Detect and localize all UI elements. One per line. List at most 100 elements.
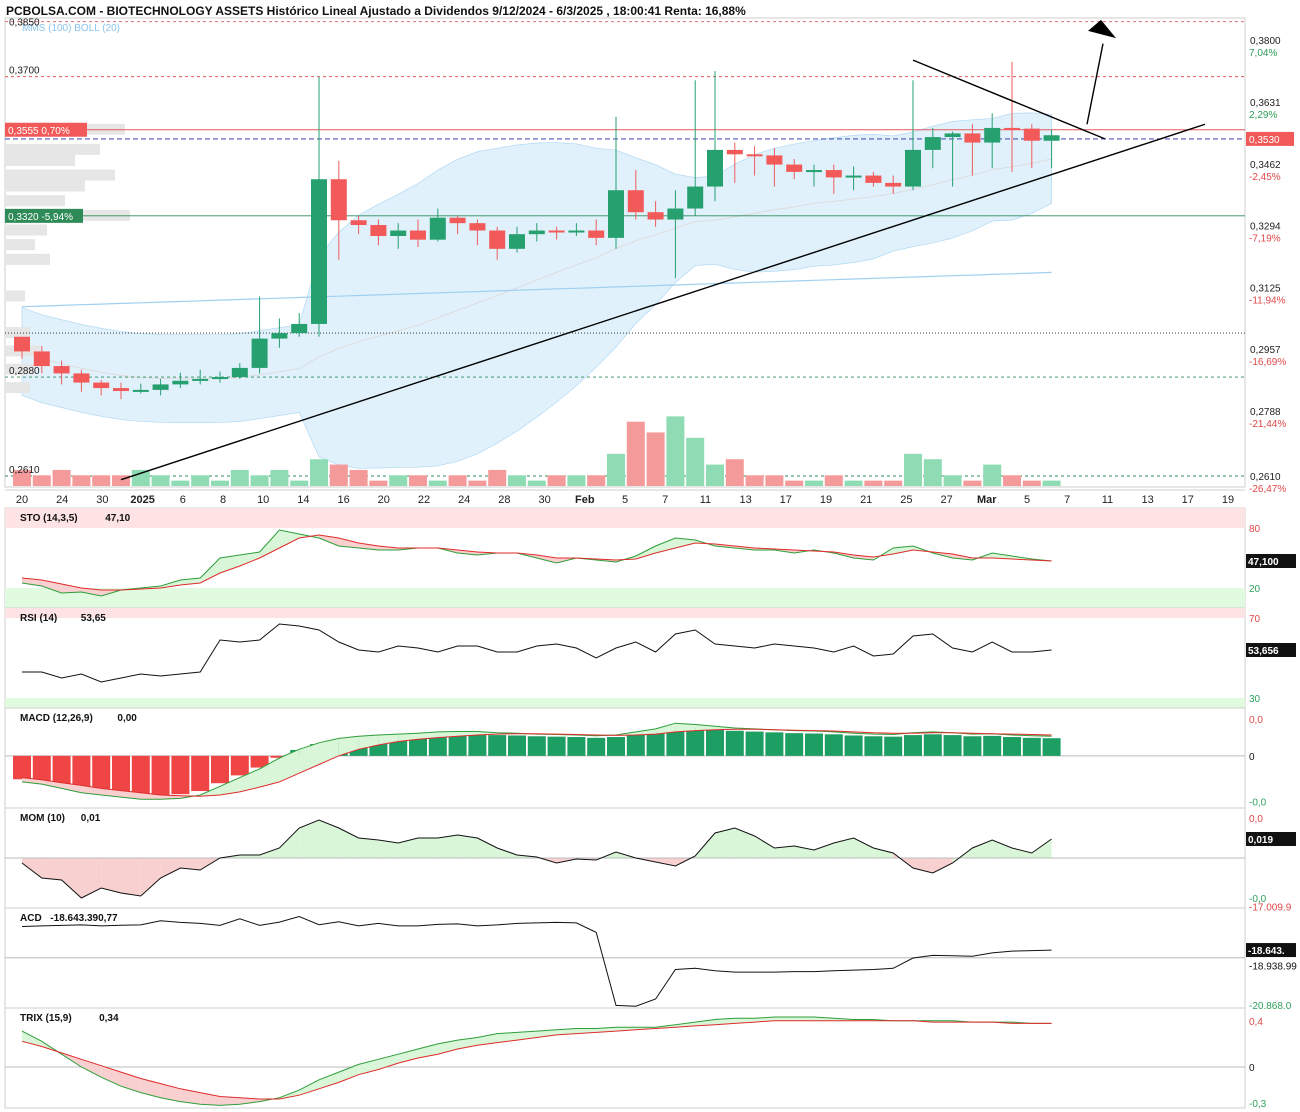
- volume-bar: [488, 469, 507, 486]
- x-tick-label: 20: [16, 494, 28, 506]
- macd-histogram-bar: [607, 737, 625, 756]
- right-tick-percent: 7,04%: [1249, 48, 1277, 59]
- mom-fill: [101, 858, 121, 893]
- right-tick-label: 0,2788: [1250, 407, 1281, 418]
- macd-histogram-bar: [468, 733, 487, 756]
- breakout-arrow-head: [1088, 19, 1116, 39]
- right-tick-percent: -21,44%: [1249, 419, 1286, 430]
- right-tick-label: -20.868.0: [1249, 1001, 1292, 1012]
- candle-body: [370, 225, 387, 237]
- volume-bar: [329, 464, 348, 486]
- price-label: 0,2610: [9, 465, 40, 476]
- macd-histogram-bar: [824, 734, 843, 756]
- candle-body: [429, 217, 446, 240]
- volume-bar: [92, 475, 111, 486]
- volume-bar: [290, 480, 309, 486]
- volume-bar: [508, 475, 526, 486]
- right-tick-percent: -11,94%: [1249, 295, 1286, 306]
- volume-profile-bar: [5, 239, 35, 251]
- mom-fill: [457, 835, 478, 858]
- macd-histogram-bar: [547, 736, 566, 756]
- volume-bar: [923, 459, 942, 486]
- macd-histogram-bar: [923, 734, 942, 756]
- macd-histogram-bar: [706, 729, 724, 756]
- macd-histogram-bar: [508, 735, 526, 756]
- macd-histogram-bar: [1003, 737, 1021, 756]
- indicator-value: -18.643.390,77: [50, 913, 118, 924]
- macd-histogram-bar: [805, 733, 823, 756]
- candle-body: [548, 230, 565, 233]
- right-tick-percent: -26,47%: [1249, 484, 1286, 495]
- macd-histogram-bar: [904, 735, 922, 756]
- volume-bar: [151, 475, 170, 486]
- indicator-name: TRIX (15,9): [20, 1013, 72, 1024]
- macd-histogram-bar: [626, 734, 645, 756]
- breakout-arrow-line: [1086, 43, 1104, 125]
- x-tick-label: 7: [1064, 494, 1070, 506]
- candle-body: [469, 223, 486, 231]
- volume-bar: [171, 480, 190, 486]
- indicator-name: MOM (10): [20, 813, 65, 824]
- candle-body: [311, 179, 327, 324]
- x-tick-label: 21: [860, 494, 872, 506]
- indicator-frame: [4, 707, 1246, 809]
- volume-bar: [428, 480, 447, 486]
- volume-bar: [884, 480, 903, 486]
- indicator-name: MACD (12,26,9): [20, 713, 93, 724]
- level-label: 20: [1249, 584, 1261, 595]
- chart-canvas: PCBOLSA.COM - BIOTECHNOLOGY ASSETS Histó…: [4, 4, 1297, 1110]
- candle-body: [806, 170, 822, 173]
- volume-profile-bar: [5, 169, 115, 181]
- mom-fill: [437, 835, 458, 858]
- indicator-name: ACD: [20, 913, 42, 924]
- chart-title: PCBOLSA.COM - BIOTECHNOLOGY ASSETS Histó…: [6, 4, 746, 18]
- level-label: 70: [1249, 614, 1261, 625]
- volume-bar: [587, 475, 606, 486]
- macd-histogram-bar: [527, 736, 546, 756]
- level-label: 80: [1249, 524, 1261, 535]
- x-tick-label: 28: [498, 494, 510, 506]
- volume-bar: [32, 475, 51, 486]
- volume-bar: [765, 475, 784, 486]
- volume-profile-bar: [5, 154, 75, 166]
- candle-body: [1043, 135, 1060, 141]
- macd-histogram-bar: [963, 736, 982, 756]
- macd-histogram-bar: [171, 755, 190, 795]
- volume-bar: [844, 480, 863, 486]
- candle-body: [410, 230, 426, 240]
- candle-body: [73, 373, 90, 383]
- volume-bar: [131, 469, 150, 486]
- macd-histogram-bar: [745, 731, 764, 756]
- candle-body: [14, 336, 30, 352]
- candle-body: [212, 377, 228, 380]
- volume-bar: [666, 416, 685, 486]
- right-tick-label: -0,3: [1249, 1099, 1267, 1110]
- macd-histogram-bar: [884, 736, 903, 756]
- macd-panel: MACD (12,26,9) 0,00 0,00-0,0: [4, 707, 1267, 809]
- candle-body: [568, 230, 585, 233]
- macd-histogram-bar: [943, 735, 962, 756]
- price-label: 0,3555 0,70%: [8, 126, 70, 137]
- candle-body: [449, 217, 466, 224]
- macd-histogram-bar: [1042, 738, 1061, 756]
- x-tick-label: Feb: [575, 494, 595, 506]
- value-tag-label: 53,656: [1248, 646, 1279, 657]
- x-tick-label: 2025: [130, 494, 154, 506]
- value-tag-label: -18.643.: [1248, 946, 1285, 957]
- candle-body: [905, 149, 921, 187]
- value-tag-label: 0,019: [1248, 835, 1273, 846]
- right-tick-label: -17.009.9: [1249, 902, 1292, 913]
- x-tick-label: 24: [458, 494, 470, 506]
- x-tick-label: 19: [1222, 494, 1234, 506]
- x-tick-label: 16: [337, 494, 349, 506]
- indicator-frame: [4, 607, 1246, 709]
- volume-profile-bar: [5, 143, 100, 155]
- volume-profile-bar: [5, 327, 30, 339]
- price-label: 0,2880: [9, 366, 40, 377]
- indicator-name: RSI (14): [20, 613, 57, 624]
- trix-fill: [794, 1016, 814, 1021]
- candle-body: [1004, 127, 1020, 130]
- candle-body: [786, 164, 803, 172]
- mom-panel: MOM (10) 0,01 0,0-0,00,019: [4, 807, 1296, 909]
- volume-bar: [527, 480, 546, 486]
